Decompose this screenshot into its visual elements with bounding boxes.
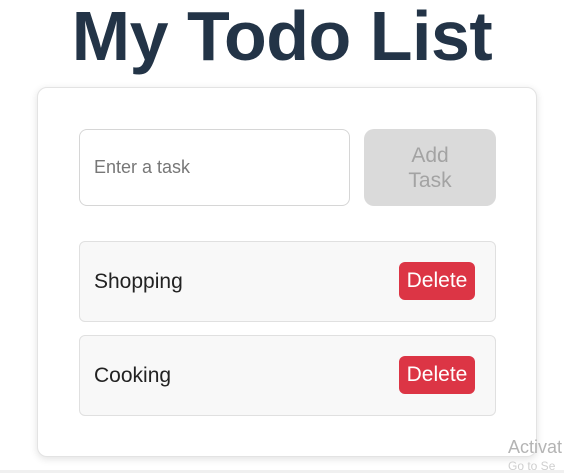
task-item: Cooking Delete <box>79 335 496 416</box>
add-task-button[interactable]: Add Task <box>364 129 496 206</box>
task-label: Shopping <box>94 270 183 293</box>
page-title: My Todo List <box>71 0 493 75</box>
activation-watermark: Activat <box>508 437 563 457</box>
task-item: Shopping Delete <box>79 241 496 322</box>
todo-card: Add Task Shopping Delete Cooking Delete <box>37 87 537 457</box>
delete-button[interactable]: Delete <box>399 356 475 394</box>
delete-button[interactable]: Delete <box>399 262 475 300</box>
task-label: Cooking <box>94 364 172 387</box>
task-input[interactable] <box>79 129 350 206</box>
